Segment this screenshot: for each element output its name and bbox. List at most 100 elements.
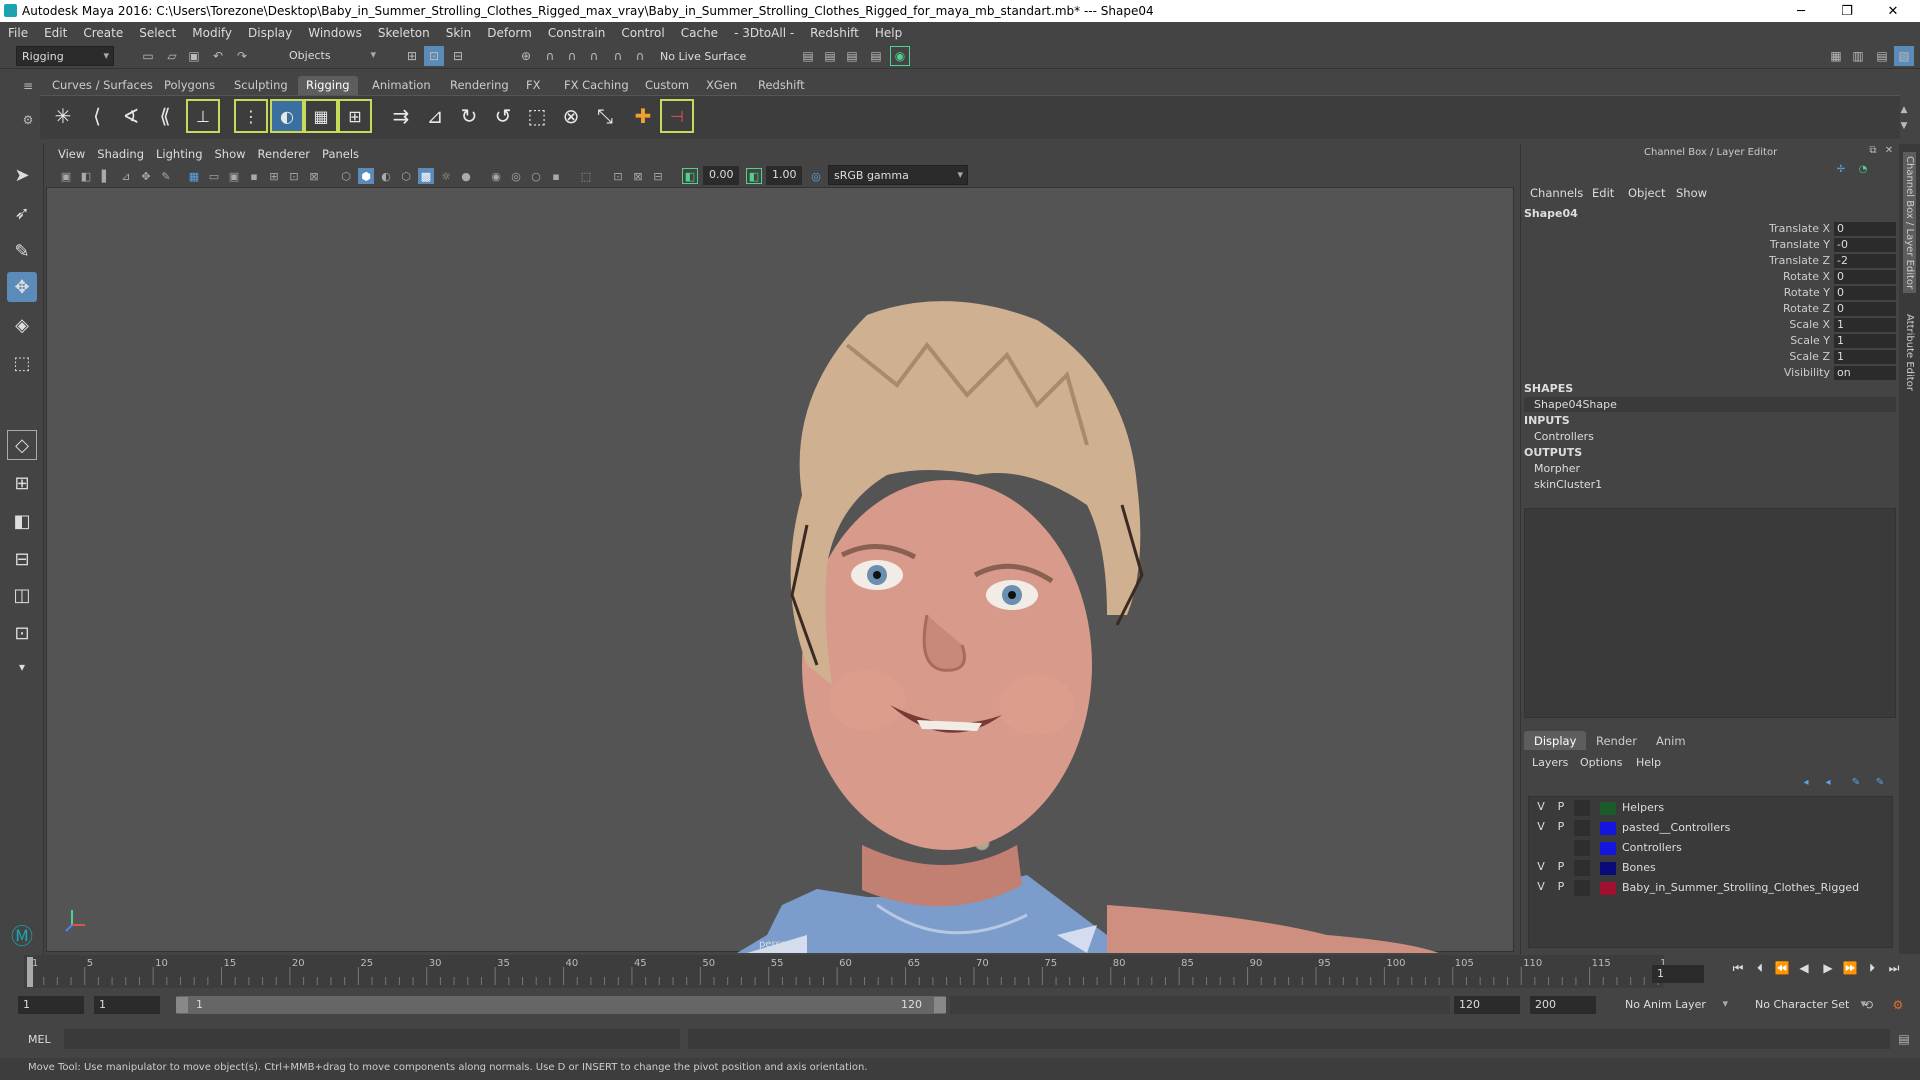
go-to-end-icon[interactable]: ⏭ bbox=[1886, 960, 1902, 976]
shape-node[interactable]: Shape04Shape bbox=[1534, 398, 1617, 411]
menu-constrain[interactable]: Constrain bbox=[540, 26, 614, 40]
layer-reference-toggle[interactable] bbox=[1574, 880, 1590, 896]
move-tool-icon[interactable]: ✥ bbox=[7, 272, 37, 302]
menu-cache[interactable]: Cache bbox=[673, 26, 726, 40]
time-ruler[interactable]: 1 5 10 15 20 25 30 35 40 45 50 55 60 65 70 75 80 85 90 95 10… bbox=[24, 955, 1664, 988]
menuset-dropdown[interactable]: Rigging bbox=[16, 46, 114, 66]
resolution-gate-icon[interactable]: ▣ bbox=[226, 168, 242, 184]
screen-space-ao-icon[interactable]: ◉ bbox=[488, 168, 504, 184]
smooth-bind-icon[interactable]: ↻ bbox=[452, 99, 486, 133]
attr-label-rotate-x[interactable]: Rotate X bbox=[1740, 270, 1830, 283]
step-back-frame-icon[interactable]: ⏴ bbox=[1752, 960, 1768, 976]
new-layer-selected-icon[interactable]: ✎ bbox=[1870, 772, 1890, 792]
command-input[interactable] bbox=[64, 1029, 680, 1049]
safe-title-icon[interactable]: ⊠ bbox=[306, 168, 322, 184]
single-perspective-layout-icon[interactable]: ◇ bbox=[7, 430, 37, 460]
layer-color-swatch[interactable] bbox=[1600, 882, 1616, 895]
current-time-marker[interactable] bbox=[27, 957, 33, 987]
locator-icon[interactable]: ⋮ bbox=[234, 99, 268, 133]
step-forward-key-icon[interactable]: ⏩ bbox=[1842, 960, 1858, 976]
menu-file[interactable]: File bbox=[0, 26, 36, 40]
layer-reference-toggle[interactable] bbox=[1574, 860, 1590, 876]
cb-menu-channels[interactable]: Channels bbox=[1530, 186, 1583, 200]
toggle-attribute-editor-icon[interactable]: ▥ bbox=[1848, 46, 1868, 66]
perspective-viewport[interactable]: persp bbox=[46, 144, 1514, 953]
layer-tab-anim[interactable]: Anim bbox=[1646, 731, 1696, 750]
mirror-joint-icon[interactable]: ⊥ bbox=[186, 99, 220, 133]
snap-view-icon[interactable]: ∩ bbox=[584, 46, 604, 66]
new-scene-icon[interactable]: ▭ bbox=[138, 46, 158, 66]
layer-row[interactable]: Controllers bbox=[1530, 840, 1892, 858]
layer-row[interactable]: V P pasted__Controllers bbox=[1530, 820, 1892, 838]
gamma-field[interactable]: 1.00 bbox=[766, 166, 802, 185]
gate-mask-icon[interactable]: ▪ bbox=[246, 168, 262, 184]
snap-live-icon[interactable]: ∩ bbox=[630, 46, 650, 66]
lattice-icon[interactable]: ▦ bbox=[304, 99, 338, 133]
range-slider[interactable]: 1 120 bbox=[176, 996, 946, 1014]
menu-skin[interactable]: Skin bbox=[438, 26, 480, 40]
safe-action-icon[interactable]: ⊡ bbox=[286, 168, 302, 184]
shelf-tab-animation[interactable]: Animation bbox=[364, 76, 439, 95]
add-influence-icon[interactable]: ⊗ bbox=[554, 99, 588, 133]
xray-icon[interactable]: ⊡ bbox=[610, 168, 626, 184]
motion-blur-icon[interactable]: ◎ bbox=[508, 168, 524, 184]
channel-box-speed-icon[interactable]: ◔ bbox=[1856, 162, 1870, 176]
attr-value-translate-z[interactable]: -2 bbox=[1834, 254, 1896, 268]
cluster-icon[interactable]: ◐ bbox=[270, 99, 304, 133]
shadows-icon[interactable]: ● bbox=[458, 168, 474, 184]
auto-key-icon[interactable]: ⟲ bbox=[1858, 995, 1878, 1015]
layer-visibility-toggle[interactable]: V bbox=[1532, 860, 1550, 876]
range-slider-end-handle[interactable] bbox=[934, 997, 946, 1013]
attr-value-translate-y[interactable]: -0 bbox=[1834, 238, 1896, 252]
orient-joint-icon[interactable]: ⊿ bbox=[418, 99, 452, 133]
cb-menu-edit[interactable]: Edit bbox=[1592, 186, 1614, 200]
lasso-tool-icon[interactable]: ➶ bbox=[7, 198, 37, 228]
attr-label-translate-x[interactable]: Translate X bbox=[1740, 222, 1830, 235]
layer-visibility-toggle[interactable] bbox=[1532, 840, 1550, 856]
shelf-tab-rendering[interactable]: Rendering bbox=[442, 76, 517, 95]
isolate-select-icon[interactable]: ⬚ bbox=[578, 168, 594, 184]
shelf-tab-rigging[interactable]: Rigging bbox=[298, 76, 358, 95]
layer-name[interactable]: Helpers bbox=[1622, 801, 1664, 814]
layer-menu-layers[interactable]: Layers bbox=[1532, 756, 1568, 769]
attr-label-translate-z[interactable]: Translate Z bbox=[1740, 254, 1830, 267]
side-tab-channel-box[interactable]: Channel Box / Layer Editor bbox=[1903, 152, 1916, 294]
four-view-layout-icon[interactable]: ⊞ bbox=[7, 468, 37, 498]
layer-menu-options[interactable]: Options bbox=[1580, 756, 1622, 769]
move-layer-down-icon[interactable]: ◂ bbox=[1818, 772, 1838, 792]
select-component-icon[interactable]: ⊟ bbox=[448, 46, 468, 66]
menu-modify[interactable]: Modify bbox=[184, 26, 240, 40]
menu-deform[interactable]: Deform bbox=[479, 26, 540, 40]
color-management-icon[interactable]: ◎ bbox=[808, 168, 824, 184]
layer-playback-toggle[interactable]: P bbox=[1552, 860, 1570, 876]
shelf-options-icon[interactable]: ⚙ bbox=[18, 110, 38, 130]
menu-display[interactable]: Display bbox=[240, 26, 300, 40]
animation-start-field[interactable]: 1 bbox=[18, 996, 84, 1014]
attr-label-scale-y[interactable]: Scale Y bbox=[1740, 334, 1830, 347]
persp-uv-layout-icon[interactable]: ⊡ bbox=[7, 618, 37, 648]
field-chart-icon[interactable]: ⊞ bbox=[266, 168, 282, 184]
layer-tab-display[interactable]: Display bbox=[1524, 731, 1587, 750]
layer-visibility-toggle[interactable]: V bbox=[1532, 800, 1550, 816]
exposure-field[interactable]: 0.00 bbox=[703, 166, 739, 185]
snap-point-icon[interactable]: ∩ bbox=[562, 46, 582, 66]
shelf-menu-icon[interactable]: ≡ bbox=[18, 76, 38, 96]
layer-color-swatch[interactable] bbox=[1600, 842, 1616, 855]
film-gate-icon[interactable]: ▭ bbox=[206, 168, 222, 184]
vp-menu-panels[interactable]: Panels bbox=[322, 147, 359, 161]
current-frame-field[interactable]: 1 bbox=[1652, 965, 1704, 983]
input-node-controllers[interactable]: Controllers bbox=[1534, 430, 1594, 443]
hypershade-icon[interactable]: ◉ bbox=[890, 46, 910, 66]
live-surface-label[interactable]: No Live Surface bbox=[660, 50, 746, 63]
point-constraint-icon[interactable]: ⊣ bbox=[660, 99, 694, 133]
attr-label-scale-x[interactable]: Scale X bbox=[1740, 318, 1830, 331]
layer-row[interactable]: V P Helpers bbox=[1530, 800, 1892, 818]
joint-tool-icon[interactable]: ✳ bbox=[46, 99, 80, 133]
view-transform-dropdown[interactable]: sRGB gamma bbox=[828, 165, 968, 185]
scale-tool-icon[interactable]: ⬚ bbox=[7, 348, 37, 378]
playback-end-field[interactable]: 120 bbox=[1454, 996, 1520, 1014]
range-slider-start-handle[interactable] bbox=[176, 997, 188, 1013]
image-plane-icon[interactable]: ⊿ bbox=[118, 168, 134, 184]
toggle-tool-settings-icon[interactable]: ▤ bbox=[1872, 46, 1892, 66]
attr-label-rotate-z[interactable]: Rotate Z bbox=[1740, 302, 1830, 315]
